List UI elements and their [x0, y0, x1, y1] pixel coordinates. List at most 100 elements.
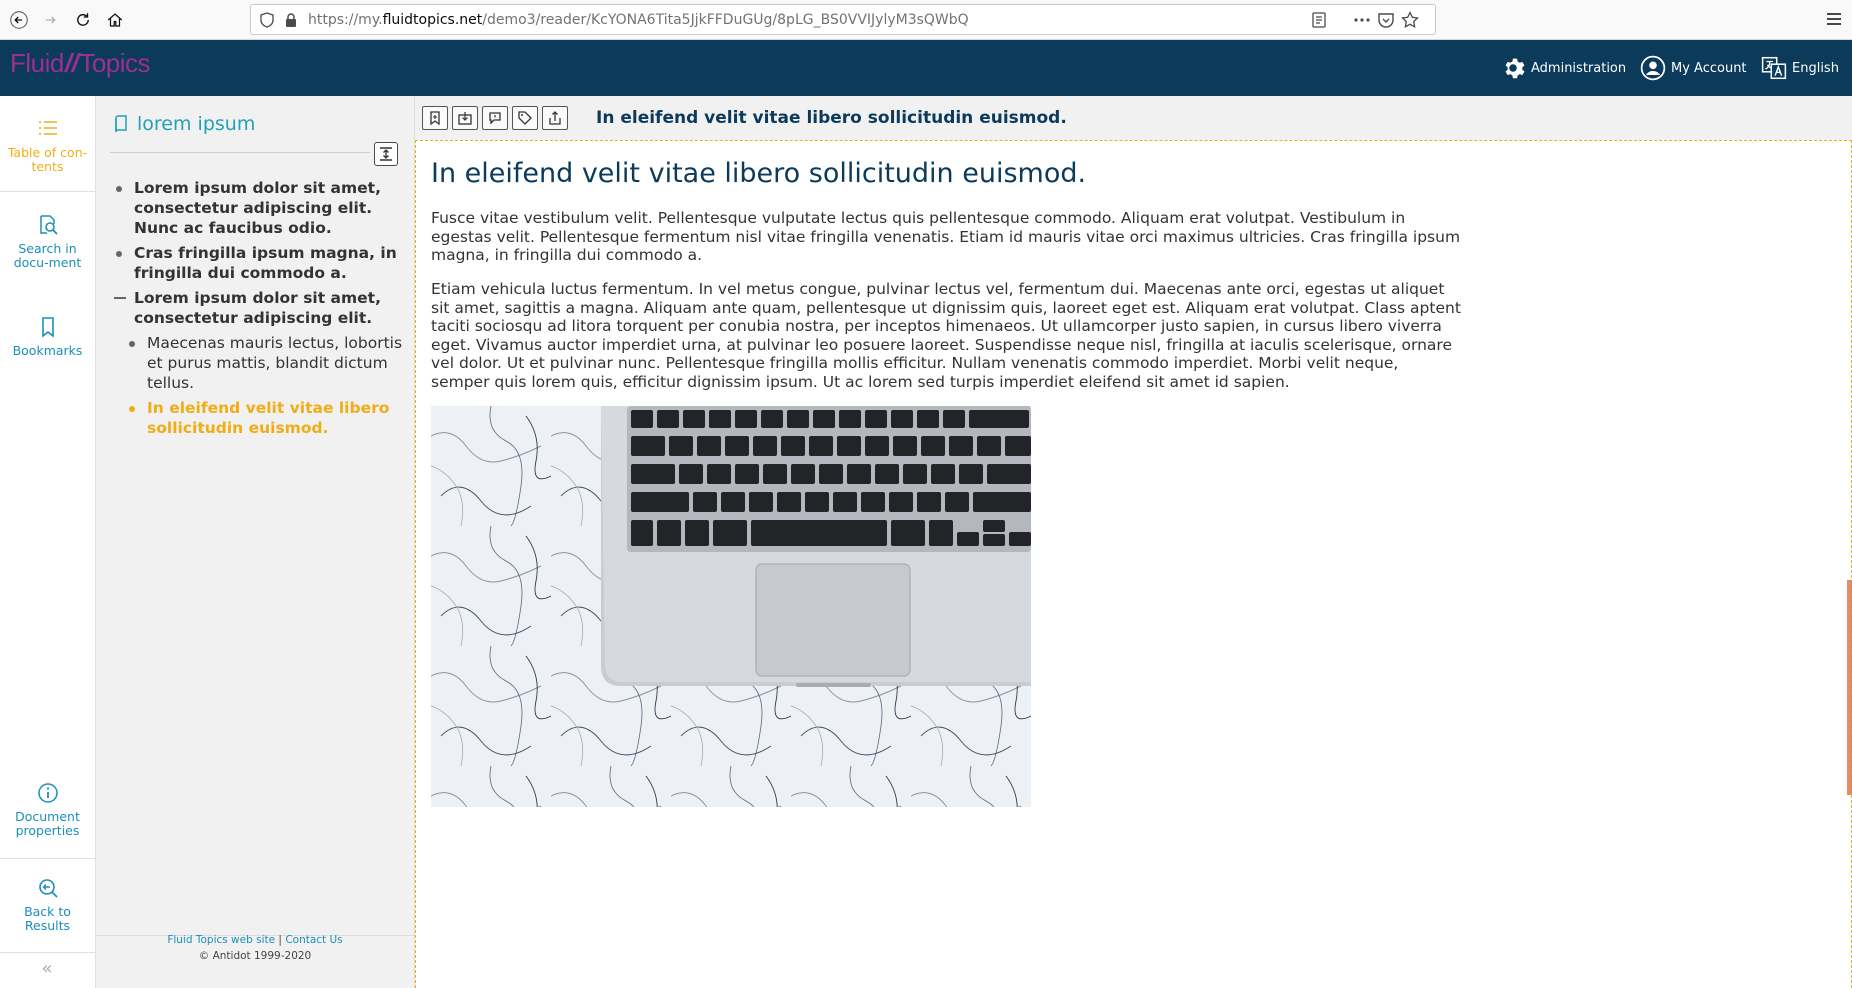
- user-circle-icon: [1640, 55, 1666, 81]
- feedback-button[interactable]: [482, 106, 508, 130]
- rail-search-label: Search in docu-ment: [13, 241, 82, 270]
- translate-icon: [1761, 56, 1787, 80]
- rail-back-label: Back to Results: [24, 904, 71, 933]
- gear-icon: [1505, 58, 1525, 79]
- url-bar[interactable]: https://my.fluidtopics.net/demo3/reader/…: [250, 4, 1436, 35]
- topic-content: In eleifend velit vitae libero sollicitu…: [415, 140, 1852, 988]
- rail-bookmarks-label: Bookmarks: [12, 343, 83, 358]
- info-icon: [37, 783, 58, 803]
- fluid-topics-logo[interactable]: Fluid//Topics: [10, 48, 151, 79]
- rail-table-of-contents[interactable]: Table of con-tents: [0, 118, 95, 174]
- toc-subentry[interactable]: Maecenas mauris lectus, lobortis et puru…: [114, 333, 404, 393]
- bookmark-topic-button[interactable]: [422, 106, 448, 130]
- toc-title-text: lorem ipsum: [137, 113, 256, 135]
- bullet-icon: [116, 251, 122, 257]
- arrow-right-icon: [45, 16, 56, 24]
- toc-entry-label: Lorem ipsum dolor sit amet, consectetur …: [134, 179, 381, 237]
- share-button[interactable]: [542, 106, 568, 130]
- bullet-icon: [116, 186, 122, 192]
- save-offline-button[interactable]: [452, 106, 478, 130]
- rail-document-properties[interactable]: Document properties: [0, 782, 95, 838]
- tag-button[interactable]: [512, 106, 538, 130]
- rail-properties-label: Document properties: [15, 809, 80, 838]
- expand-icon: [380, 147, 392, 161]
- logo-text-right: Topics: [79, 48, 151, 78]
- lock-icon[interactable]: [283, 12, 299, 28]
- reload-button[interactable]: [70, 7, 96, 33]
- toc-subentry-active[interactable]: In eleifend velit vitae libero sollicitu…: [114, 398, 404, 438]
- language-button[interactable]: English: [1761, 54, 1839, 82]
- rail-divider: [0, 952, 95, 953]
- topic-heading: In eleifend velit vitae libero sollicitu…: [431, 158, 1087, 189]
- list-icon: [38, 121, 57, 135]
- laptop-keyboard-image: [431, 406, 1031, 807]
- browser-toolbar: https://my.fluidtopics.net/demo3/reader/…: [0, 0, 1852, 40]
- contact-us-link[interactable]: Contact Us: [285, 934, 342, 946]
- toc-entry[interactable]: Lorem ipsum dolor sit amet, consectetur …: [114, 178, 404, 238]
- toc-divider: [110, 152, 370, 153]
- fluid-topics-site-link[interactable]: Fluid Topics web site: [167, 934, 275, 946]
- collapse-panel-button[interactable]: «: [36, 958, 58, 980]
- topic-title: In eleifend velit vitae libero sollicitu…: [596, 108, 1067, 128]
- copyright-text: © Antidot 1999-2020: [198, 950, 312, 962]
- collapse-dash-icon[interactable]: [114, 297, 126, 299]
- toc-entry[interactable]: Cras fringilla ipsum magna, in fringilla…: [114, 243, 404, 283]
- toc-list: Lorem ipsum dolor sit amet, consectetur …: [114, 178, 404, 443]
- home-button[interactable]: [102, 7, 128, 33]
- search-back-icon: [38, 879, 58, 898]
- toc-footer: Fluid Topics web site | Contact Us © Ant…: [96, 932, 414, 964]
- forward-button[interactable]: [38, 7, 64, 33]
- toc-entry-expanded[interactable]: Lorem ipsum dolor sit amet, consectetur …: [114, 288, 404, 328]
- my-account-button[interactable]: My Account: [1640, 54, 1747, 82]
- url-path: /demo3/reader/KcYONA6Tita5JjkFFDuGUg/8pL…: [482, 12, 969, 28]
- home-icon: [107, 13, 123, 27]
- toc-entry-label: Cras fringilla ipsum magna, in fringilla…: [134, 244, 397, 282]
- left-icon-rail: Table of con-tents Search in docu-ment B…: [0, 96, 96, 988]
- toc-entry-label: In eleifend velit vitae libero sollicitu…: [147, 399, 390, 437]
- double-chevron-left-icon: «: [41, 958, 53, 979]
- comment-icon: [489, 112, 501, 125]
- shield-icon[interactable]: [259, 12, 275, 28]
- footer-separator: |: [278, 934, 282, 946]
- url-prefix: https://my.: [308, 12, 383, 28]
- language-label: English: [1792, 60, 1839, 76]
- logo-slash: //: [64, 48, 79, 78]
- page-scrollbar[interactable]: [1847, 580, 1852, 795]
- url-domain: fluidtopics.net: [382, 12, 483, 28]
- rail-bookmarks[interactable]: Bookmarks: [0, 316, 95, 358]
- url-text[interactable]: https://my.fluidtopics.net/demo3/reader/…: [308, 12, 969, 28]
- arrow-left-icon: [10, 11, 28, 29]
- laptop-on-marble-illustration: [431, 406, 1031, 807]
- reader-view-icon[interactable]: [1310, 11, 1328, 29]
- toc-entry-label: Lorem ipsum dolor sit amet, consectetur …: [134, 289, 381, 327]
- rail-toc-label: Table of con-tents: [7, 145, 88, 174]
- download-box-icon: [458, 112, 472, 125]
- book-icon: [115, 115, 127, 133]
- toc-panel: lorem ipsum Lorem ipsum dolor sit amet, …: [96, 96, 415, 988]
- expand-all-button[interactable]: [374, 142, 398, 166]
- rail-divider: [0, 191, 95, 192]
- topic-toolbar: In eleifend velit vitae libero sollicitu…: [415, 96, 1852, 140]
- bookmark-icon: [41, 317, 54, 338]
- reload-icon: [77, 13, 89, 26]
- bookmark-plus-icon: [430, 111, 440, 125]
- paragraph: Fusce vitae vestibulum velit. Pellentesq…: [431, 209, 1461, 264]
- document-search-icon: [39, 215, 58, 235]
- logo-text-left: Fluid: [10, 48, 64, 78]
- administration-button[interactable]: Administration: [1500, 54, 1626, 82]
- rail-search-in-document[interactable]: Search in docu-ment: [0, 214, 95, 270]
- rail-divider: [0, 858, 95, 859]
- share-icon: [549, 111, 561, 125]
- tag-icon: [518, 111, 532, 125]
- pocket-icon[interactable]: [1377, 11, 1395, 29]
- rail-back-to-results[interactable]: Back to Results: [0, 877, 95, 933]
- toc-entry-label: Maecenas mauris lectus, lobortis et puru…: [147, 334, 403, 392]
- more-actions-icon[interactable]: [1353, 11, 1371, 29]
- app-header: Fluid//Topics Administration My Account …: [0, 40, 1852, 96]
- bullet-icon: [129, 406, 135, 412]
- paragraph: Etiam vehicula luctus fermentum. In vel …: [431, 280, 1461, 391]
- hamburger-menu-icon[interactable]: [1824, 9, 1844, 29]
- toc-document-title[interactable]: lorem ipsum: [114, 113, 255, 135]
- back-button[interactable]: [6, 7, 32, 33]
- star-icon[interactable]: [1401, 11, 1419, 29]
